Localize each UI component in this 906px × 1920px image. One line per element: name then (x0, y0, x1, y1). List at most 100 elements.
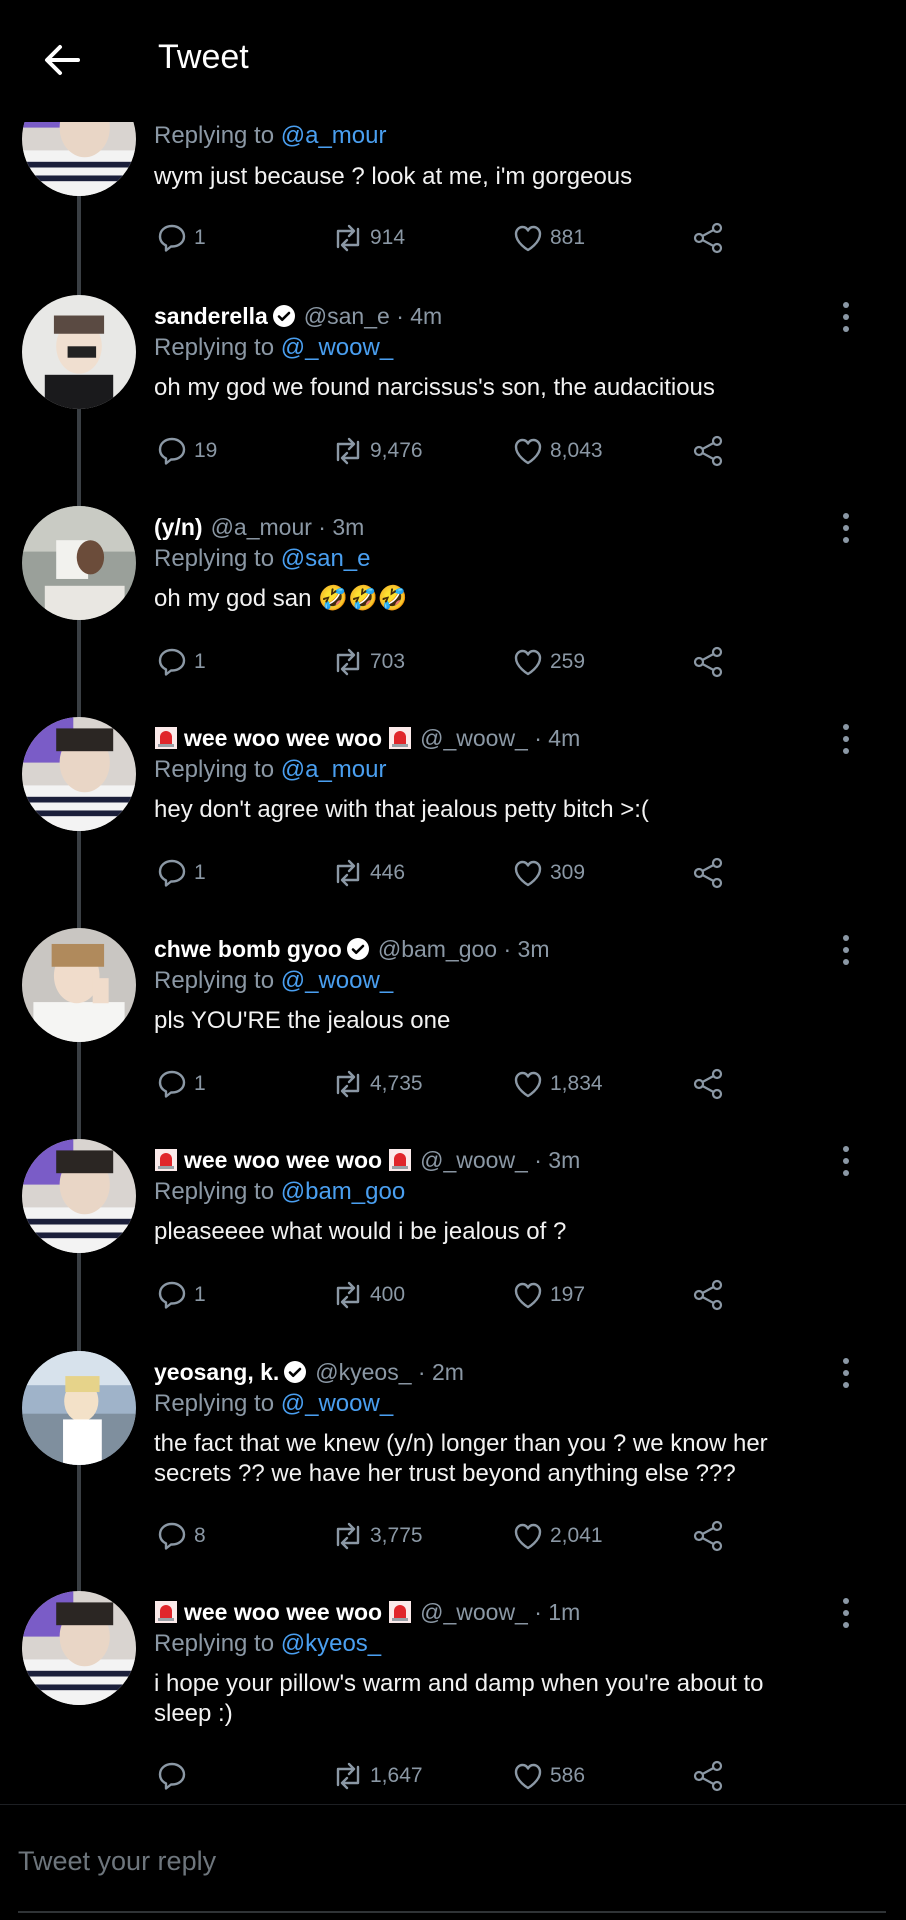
heart-icon (514, 438, 542, 465)
retweet-button[interactable]: 9,476 (330, 431, 423, 471)
tweet-header: chwe bomb gyoo @bam_goo · 3m (154, 933, 550, 965)
like-button[interactable]: 1,834 (510, 1064, 603, 1104)
retweet-button[interactable]: 3,775 (330, 1516, 423, 1556)
share-icon (693, 1068, 723, 1100)
tweet[interactable]: (y/n) @a_mour · 3m Replying to @san_e oh… (0, 506, 906, 740)
share-icon (693, 1520, 723, 1552)
back-arrow-icon[interactable] (40, 38, 84, 82)
retweet-button[interactable]: 914 (330, 218, 405, 258)
heart-icon (514, 649, 542, 676)
reply-button[interactable]: 1 (154, 1064, 206, 1104)
replying-to: Replying to @_woow_ (154, 334, 394, 361)
reply-button[interactable]: 1 (154, 218, 206, 258)
share-button[interactable] (690, 1275, 730, 1315)
thread-connector (77, 190, 81, 300)
like-button[interactable]: 259 (510, 642, 585, 682)
tweet-actions: 8 3,775 2,041 (154, 1516, 794, 1556)
replying-to: Replying to @_woow_ (154, 1390, 394, 1417)
more-options-icon[interactable] (830, 1593, 862, 1633)
share-button[interactable] (690, 218, 730, 258)
share-button[interactable] (690, 1064, 730, 1104)
tweet[interactable]: yeosang, k. @kyeos_ · 2m Replying to @_w… (0, 1351, 906, 1701)
retweet-button[interactable]: 446 (330, 853, 405, 893)
replying-to: Replying to @san_e (154, 545, 371, 572)
replying-to: Replying to @a_mour (154, 122, 387, 149)
display-name[interactable]: wee woo wee woo (184, 725, 382, 752)
reply-button[interactable]: 1 (154, 853, 206, 893)
like-button[interactable]: 881 (510, 218, 585, 258)
avatar[interactable] (22, 1139, 136, 1253)
tweet[interactable]: wee woo wee woo @_woow_ · 3m Replying to… (0, 1139, 906, 1375)
top-bar: Tweet (0, 0, 906, 122)
like-button[interactable]: 2,041 (510, 1516, 603, 1556)
mention-link[interactable]: @_woow_ (281, 967, 393, 994)
mention-link[interactable]: @a_mour (281, 122, 387, 149)
reply-button[interactable]: 8 (154, 1516, 206, 1556)
display-name[interactable]: wee woo wee woo (184, 1147, 382, 1174)
tweet-header: sanderella @san_e · 4m (154, 300, 442, 332)
avatar[interactable] (22, 1351, 136, 1465)
reply-button[interactable]: 19 (154, 431, 217, 471)
display-name[interactable]: yeosang, k. (154, 1359, 279, 1386)
avatar[interactable] (22, 295, 136, 409)
avatar[interactable] (22, 928, 136, 1042)
share-button[interactable] (690, 642, 730, 682)
mention-link[interactable]: @_woow_ (281, 1390, 393, 1417)
more-options-icon[interactable] (830, 719, 862, 759)
verified-icon (284, 1361, 307, 1383)
like-button[interactable]: 309 (510, 853, 585, 893)
reply-input[interactable] (18, 1841, 878, 1881)
display-name[interactable]: sanderella (154, 303, 268, 330)
handle-time: @kyeos_ · 2m (315, 1358, 464, 1385)
more-options-icon[interactable] (830, 930, 862, 970)
tweet[interactable]: chwe bomb gyoo @bam_goo · 3m Replying to… (0, 928, 906, 1162)
tweet-actions: 1 400 197 (154, 1275, 794, 1315)
mention-link[interactable]: @san_e (281, 545, 371, 572)
mention-link[interactable]: @a_mour (281, 756, 387, 783)
verified-icon (346, 938, 369, 960)
like-button[interactable]: 586 (510, 1756, 585, 1796)
retweet-icon (336, 1070, 360, 1098)
tweet-text: pleaseeee what would i be jealous of ? (154, 1218, 567, 1245)
tweet[interactable]: sanderella @san_e · 4m Replying to @_woo… (0, 295, 906, 529)
handle-time: @_woow_ · 4m (420, 724, 581, 751)
mention-link[interactable]: @_woow_ (281, 334, 393, 361)
like-button[interactable]: 197 (510, 1275, 585, 1315)
display-name[interactable]: chwe bomb gyoo (154, 936, 342, 963)
retweet-button[interactable]: 703 (330, 642, 405, 682)
mention-link[interactable]: @bam_goo (281, 1178, 405, 1205)
handle-time: @san_e · 4m (303, 302, 443, 329)
more-options-icon[interactable] (830, 1141, 862, 1181)
avatar[interactable] (22, 1591, 136, 1705)
share-button[interactable] (690, 1516, 730, 1556)
reply-button[interactable]: 1 (154, 642, 206, 682)
mention-link[interactable]: @kyeos_ (281, 1630, 381, 1657)
share-button[interactable] (690, 853, 730, 893)
reply-button[interactable]: 1 (154, 1275, 206, 1315)
tweet-text: wym just because ? look at me, i'm gorge… (154, 163, 633, 190)
retweet-icon (336, 648, 360, 676)
like-button[interactable]: 8,043 (510, 431, 603, 471)
share-button[interactable] (690, 1756, 730, 1796)
replying-to: Replying to @_woow_ (154, 967, 394, 994)
heart-icon (514, 1071, 542, 1098)
more-options-icon[interactable] (830, 508, 862, 548)
retweet-button[interactable]: 1,647 (330, 1756, 423, 1796)
tweet-header: wee woo wee woo @_woow_ · 3m (154, 1144, 580, 1176)
tweet-actions: 1 446 309 (154, 853, 794, 893)
tweet-actions: 19 9,476 8,043 (154, 431, 794, 471)
share-button[interactable] (690, 431, 730, 471)
display-name[interactable]: wee woo wee woo (184, 1599, 382, 1626)
more-options-icon[interactable] (830, 1353, 862, 1393)
avatar[interactable] (22, 506, 136, 620)
tweet[interactable]: wee woo wee woo @_woow_ · 1m Replying to… (0, 1591, 906, 1800)
retweet-icon (336, 224, 360, 252)
display-name[interactable]: (y/n) (154, 514, 203, 541)
retweet-button[interactable]: 4,735 (330, 1064, 423, 1104)
more-options-icon[interactable] (830, 297, 862, 337)
handle-time: @a_mour · 3m (210, 513, 365, 540)
retweet-button[interactable]: 400 (330, 1275, 405, 1315)
tweet[interactable]: wee woo wee woo @_woow_ · 4m Replying to… (0, 717, 906, 951)
reply-button[interactable] (154, 1756, 194, 1796)
avatar[interactable] (22, 717, 136, 831)
